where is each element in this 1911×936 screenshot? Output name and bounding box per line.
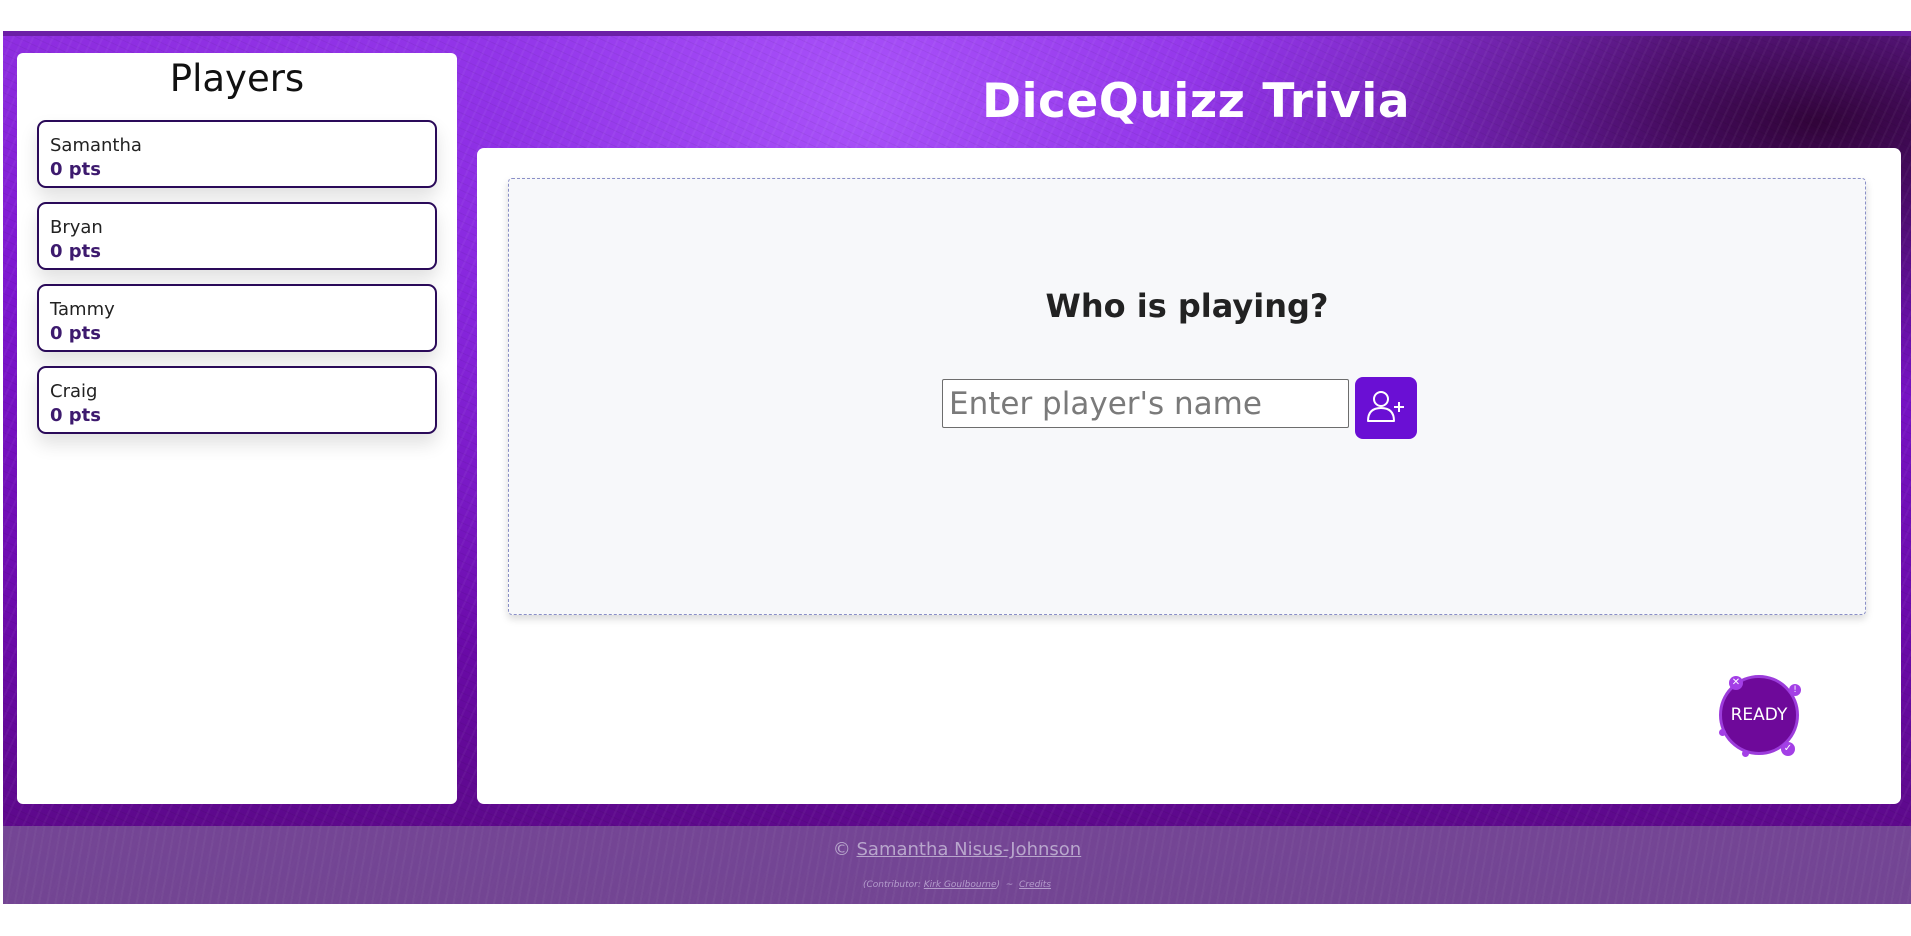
player-name-input[interactable] xyxy=(942,379,1349,428)
players-heading: Players xyxy=(169,57,305,100)
copyright-line: © Samantha Nisus-Johnson xyxy=(3,839,1911,860)
author-link[interactable]: Samantha Nisus-Johnson xyxy=(857,839,1082,860)
alert-badge-icon: ! xyxy=(1789,684,1801,696)
player-card[interactable]: Tammy 0 pts xyxy=(37,284,437,352)
contributor-prefix: (Contributor: xyxy=(862,880,921,890)
player-points: 0 pts xyxy=(50,405,101,426)
player-points: 0 pts xyxy=(50,241,101,262)
contributor-link[interactable]: Kirk Goulbourne xyxy=(924,880,997,890)
player-name: Craig xyxy=(50,381,98,402)
players-panel: Players Samantha 0 pts Bryan 0 pts Tammy… xyxy=(17,53,457,804)
credits-link[interactable]: Credits xyxy=(1019,880,1051,890)
player-entry-box: Who is playing? xyxy=(508,178,1866,615)
ready-label: READY xyxy=(1730,705,1788,725)
player-name: Samantha xyxy=(50,135,142,156)
add-player-button[interactable] xyxy=(1355,377,1417,439)
copyright-symbol: © xyxy=(832,839,851,860)
player-card[interactable]: Craig 0 pts xyxy=(37,366,437,434)
player-name: Tammy xyxy=(50,299,115,320)
separator: ~ xyxy=(1005,880,1014,890)
question-heading: Who is playing? xyxy=(1045,287,1329,325)
game-panel: Who is playing? READY ✕ ! ✓ xyxy=(477,148,1901,804)
check-badge-icon[interactable]: ✓ xyxy=(1781,742,1795,756)
contributor-line: (Contributor: Kirk Goulbourne) ~ Credits xyxy=(3,880,1911,890)
contributor-suffix: ) xyxy=(996,880,1001,890)
ready-button[interactable]: READY ✕ ! ✓ xyxy=(1719,675,1801,757)
footer: © Samantha Nisus-Johnson (Contributor: K… xyxy=(3,826,1911,904)
add-user-icon xyxy=(1363,384,1409,433)
player-card[interactable]: Bryan 0 pts xyxy=(37,202,437,270)
player-card[interactable]: Samantha 0 pts xyxy=(37,120,437,188)
handle-dot-icon xyxy=(1742,750,1749,757)
cancel-badge-icon[interactable]: ✕ xyxy=(1729,676,1743,690)
player-name: Bryan xyxy=(50,217,103,238)
handle-dot-icon xyxy=(1719,729,1726,736)
player-points: 0 pts xyxy=(50,323,101,344)
player-points: 0 pts xyxy=(50,159,101,180)
